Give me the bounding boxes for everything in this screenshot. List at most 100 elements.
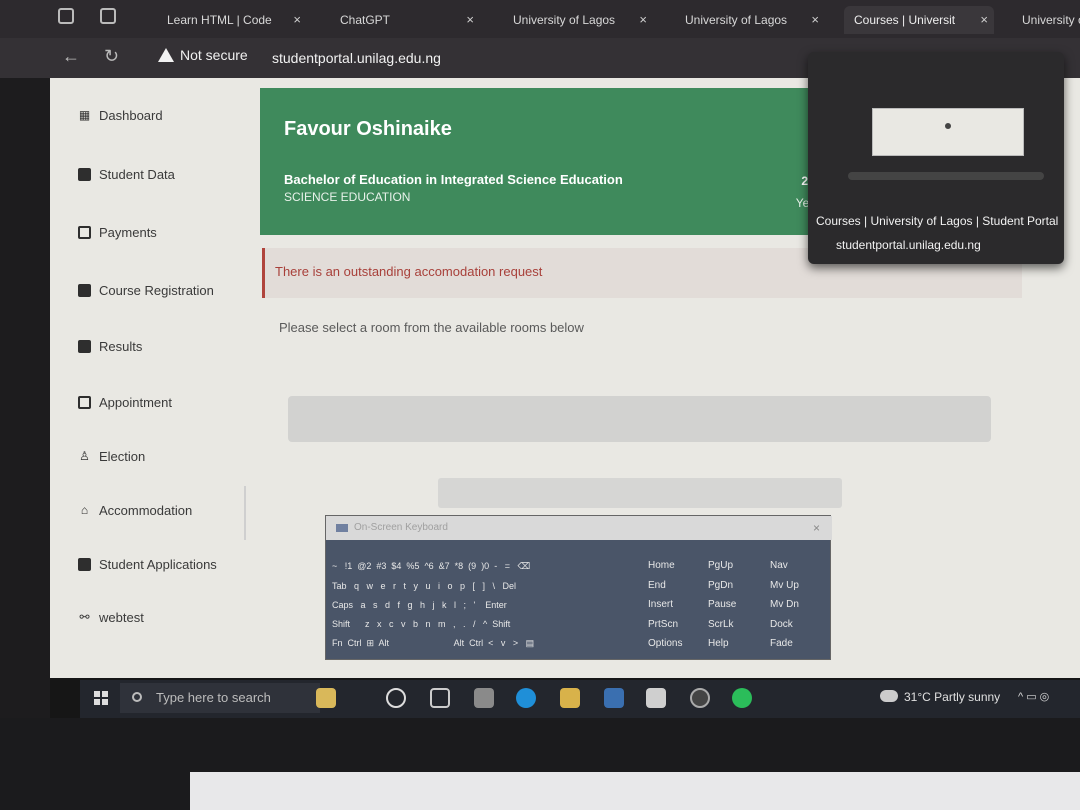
sidebar-item-payments[interactable]: Payments bbox=[78, 225, 157, 240]
tab-label: Courses | Universit bbox=[854, 13, 956, 27]
tab-overview-icon[interactable] bbox=[100, 8, 116, 24]
sidebar-item-election[interactable]: ♙ Election bbox=[78, 449, 145, 464]
thumbnail-bar bbox=[848, 172, 1044, 180]
widget-icon[interactable] bbox=[316, 688, 336, 708]
search-icon bbox=[132, 692, 142, 702]
tab-label: ChatGPT bbox=[340, 13, 391, 27]
sidebar-item-label: Payments bbox=[99, 225, 157, 240]
tab-unilag-2[interactable]: University of Lagos × bbox=[675, 6, 825, 34]
sidebar-item-appointment[interactable]: Appointment bbox=[78, 395, 172, 410]
sidebar-item-label: Accommodation bbox=[99, 503, 193, 518]
student-name: Favour Oshinaike bbox=[284, 118, 452, 140]
weather-widget[interactable]: 31°C Partly sunny bbox=[880, 690, 1000, 704]
key-dock[interactable]: Dock bbox=[770, 619, 799, 639]
keyboard-title-bar[interactable]: On-Screen Keyboard × bbox=[326, 516, 832, 540]
tab-unilag-1[interactable]: University of Lagos × bbox=[503, 6, 653, 34]
calendar-app-icon[interactable] bbox=[474, 688, 494, 708]
keyboard-row[interactable]: Fn Ctrl ⊞ Alt Alt Ctrl < v > ▤ bbox=[332, 638, 534, 649]
media-icon[interactable] bbox=[690, 688, 710, 708]
url-field[interactable]: studentportal.unilag.edu.ng bbox=[272, 50, 441, 66]
sidebar-item-accommodation[interactable]: ⌂ Accommodation bbox=[78, 503, 192, 518]
sidebar-item-label: Dashboard bbox=[99, 108, 163, 123]
edge-icon[interactable] bbox=[516, 688, 536, 708]
screen-bezel bbox=[0, 78, 50, 718]
windows-start-icon[interactable] bbox=[94, 691, 108, 705]
system-tray[interactable]: ^ ▭ ◎ bbox=[1018, 690, 1049, 703]
tab-close-icon[interactable]: × bbox=[466, 6, 474, 34]
key-nav[interactable]: Nav bbox=[770, 560, 799, 580]
refresh-icon[interactable]: ↻ bbox=[104, 46, 119, 67]
key-mv-up[interactable]: Mv Up bbox=[770, 580, 799, 600]
grid-icon: ▦ bbox=[78, 108, 91, 122]
tab-chatgpt[interactable]: ChatGPT × bbox=[330, 6, 480, 34]
room-select-placeholder[interactable] bbox=[288, 396, 991, 442]
task-view-icon[interactable] bbox=[430, 688, 450, 708]
sidebar-item-webtest[interactable]: ⚯ webtest bbox=[78, 610, 144, 625]
tab-label: University of Lagos bbox=[685, 13, 788, 27]
keyboard-app-icon bbox=[336, 524, 348, 532]
taskbar-search-box[interactable]: Type here to search bbox=[120, 683, 320, 713]
store-icon[interactable] bbox=[604, 688, 624, 708]
key-mv-dn[interactable]: Mv Dn bbox=[770, 599, 799, 619]
tab-close-icon[interactable]: × bbox=[293, 6, 301, 34]
keyboard-row[interactable]: ~ !1 @2 #3 $4 %5 ^6 &7 *8 (9 )0 - = ⌫ bbox=[332, 561, 530, 572]
paper-sheet bbox=[190, 772, 1080, 810]
keyboard-nav-column[interactable]: Nav Mv Up Mv Dn Dock Fade bbox=[770, 560, 799, 658]
close-icon[interactable]: × bbox=[813, 516, 820, 540]
sidebar-item-results[interactable]: Results bbox=[78, 339, 142, 354]
tab-actions-icon[interactable] bbox=[58, 8, 74, 24]
room-option-placeholder[interactable] bbox=[438, 478, 842, 508]
calendar-icon bbox=[78, 396, 91, 409]
back-arrow-icon[interactable]: ← bbox=[62, 46, 80, 67]
keyboard-nav-column[interactable]: PgUp PgDn Pause ScrLk Help bbox=[708, 560, 736, 658]
key-scrlk[interactable]: ScrLk bbox=[708, 619, 736, 639]
warning-icon bbox=[158, 48, 174, 62]
sidebar-item-course-registration[interactable]: Course Registration bbox=[78, 283, 214, 298]
sidebar-item-dashboard[interactable]: ▦ Dashboard bbox=[78, 108, 163, 123]
tab-close-icon[interactable]: × bbox=[639, 6, 647, 34]
key-help[interactable]: Help bbox=[708, 638, 736, 658]
key-pgup[interactable]: PgUp bbox=[708, 560, 736, 580]
tab-courses[interactable]: Courses | Universit × bbox=[844, 6, 994, 34]
keyboard-nav-column[interactable]: Home End Insert PrtScn Options bbox=[648, 560, 682, 658]
cortana-icon[interactable] bbox=[386, 688, 406, 708]
tab-unilag-3[interactable]: University o bbox=[1012, 6, 1080, 34]
taskbar: Type here to search 31°C Partly sunny ^ … bbox=[80, 680, 1080, 718]
key-insert[interactable]: Insert bbox=[648, 599, 682, 619]
sidebar-item-label: Appointment bbox=[99, 395, 172, 410]
key-fade[interactable]: Fade bbox=[770, 638, 799, 658]
user-icon: ♙ bbox=[79, 449, 90, 463]
sidebar: ▦ Dashboard Student Data Payments Course … bbox=[50, 78, 250, 678]
results-icon bbox=[78, 340, 91, 353]
sidebar-item-student-applications[interactable]: Student Applications bbox=[78, 557, 217, 572]
spotify-icon[interactable] bbox=[732, 688, 752, 708]
home-icon: ⌂ bbox=[80, 503, 89, 517]
keyboard-keys[interactable]: ~ !1 @2 #3 $4 %5 ^6 &7 *8 (9 )0 - = ⌫ Ta… bbox=[328, 544, 642, 658]
tab-learn-html[interactable]: Learn HTML | Code × bbox=[157, 6, 307, 34]
keyboard-row[interactable]: Shift z x c v b n m , . / ^ Shift bbox=[332, 619, 510, 629]
edit-icon bbox=[78, 558, 91, 571]
sidebar-item-label: Course Registration bbox=[99, 283, 214, 298]
security-warning[interactable]: Not secure bbox=[158, 47, 248, 63]
tab-close-icon[interactable]: × bbox=[811, 6, 819, 34]
key-pause[interactable]: Pause bbox=[708, 599, 736, 619]
on-screen-keyboard[interactable]: On-Screen Keyboard × ~ !1 @2 #3 $4 %5 ^6… bbox=[325, 515, 832, 660]
keyboard-row[interactable]: Tab q w e r t y u i o p [ ] \ Del bbox=[332, 581, 516, 591]
search-placeholder: Type here to search bbox=[156, 690, 271, 705]
hover-card-title: Courses | University of Lagos | Student … bbox=[816, 214, 1059, 228]
sidebar-item-label: webtest bbox=[99, 610, 144, 625]
tab-label: Learn HTML | Code bbox=[167, 13, 272, 27]
sidebar-item-label: Election bbox=[99, 449, 146, 464]
key-prtscn[interactable]: PrtScn bbox=[648, 619, 682, 639]
file-explorer-icon[interactable] bbox=[560, 688, 580, 708]
key-home[interactable]: Home bbox=[648, 560, 682, 580]
key-pgdn[interactable]: PgDn bbox=[708, 580, 736, 600]
key-options[interactable]: Options bbox=[648, 638, 682, 658]
tab-label: University of Lagos bbox=[513, 13, 616, 27]
sidebar-item-student-data[interactable]: Student Data bbox=[78, 167, 175, 182]
key-end[interactable]: End bbox=[648, 580, 682, 600]
keyboard-row[interactable]: Caps a s d f g h j k l ; ' Enter bbox=[332, 600, 507, 610]
tab-close-icon[interactable]: × bbox=[980, 6, 988, 34]
screen: Learn HTML | Code × ChatGPT × University… bbox=[0, 0, 1080, 810]
app-icon[interactable] bbox=[646, 688, 666, 708]
